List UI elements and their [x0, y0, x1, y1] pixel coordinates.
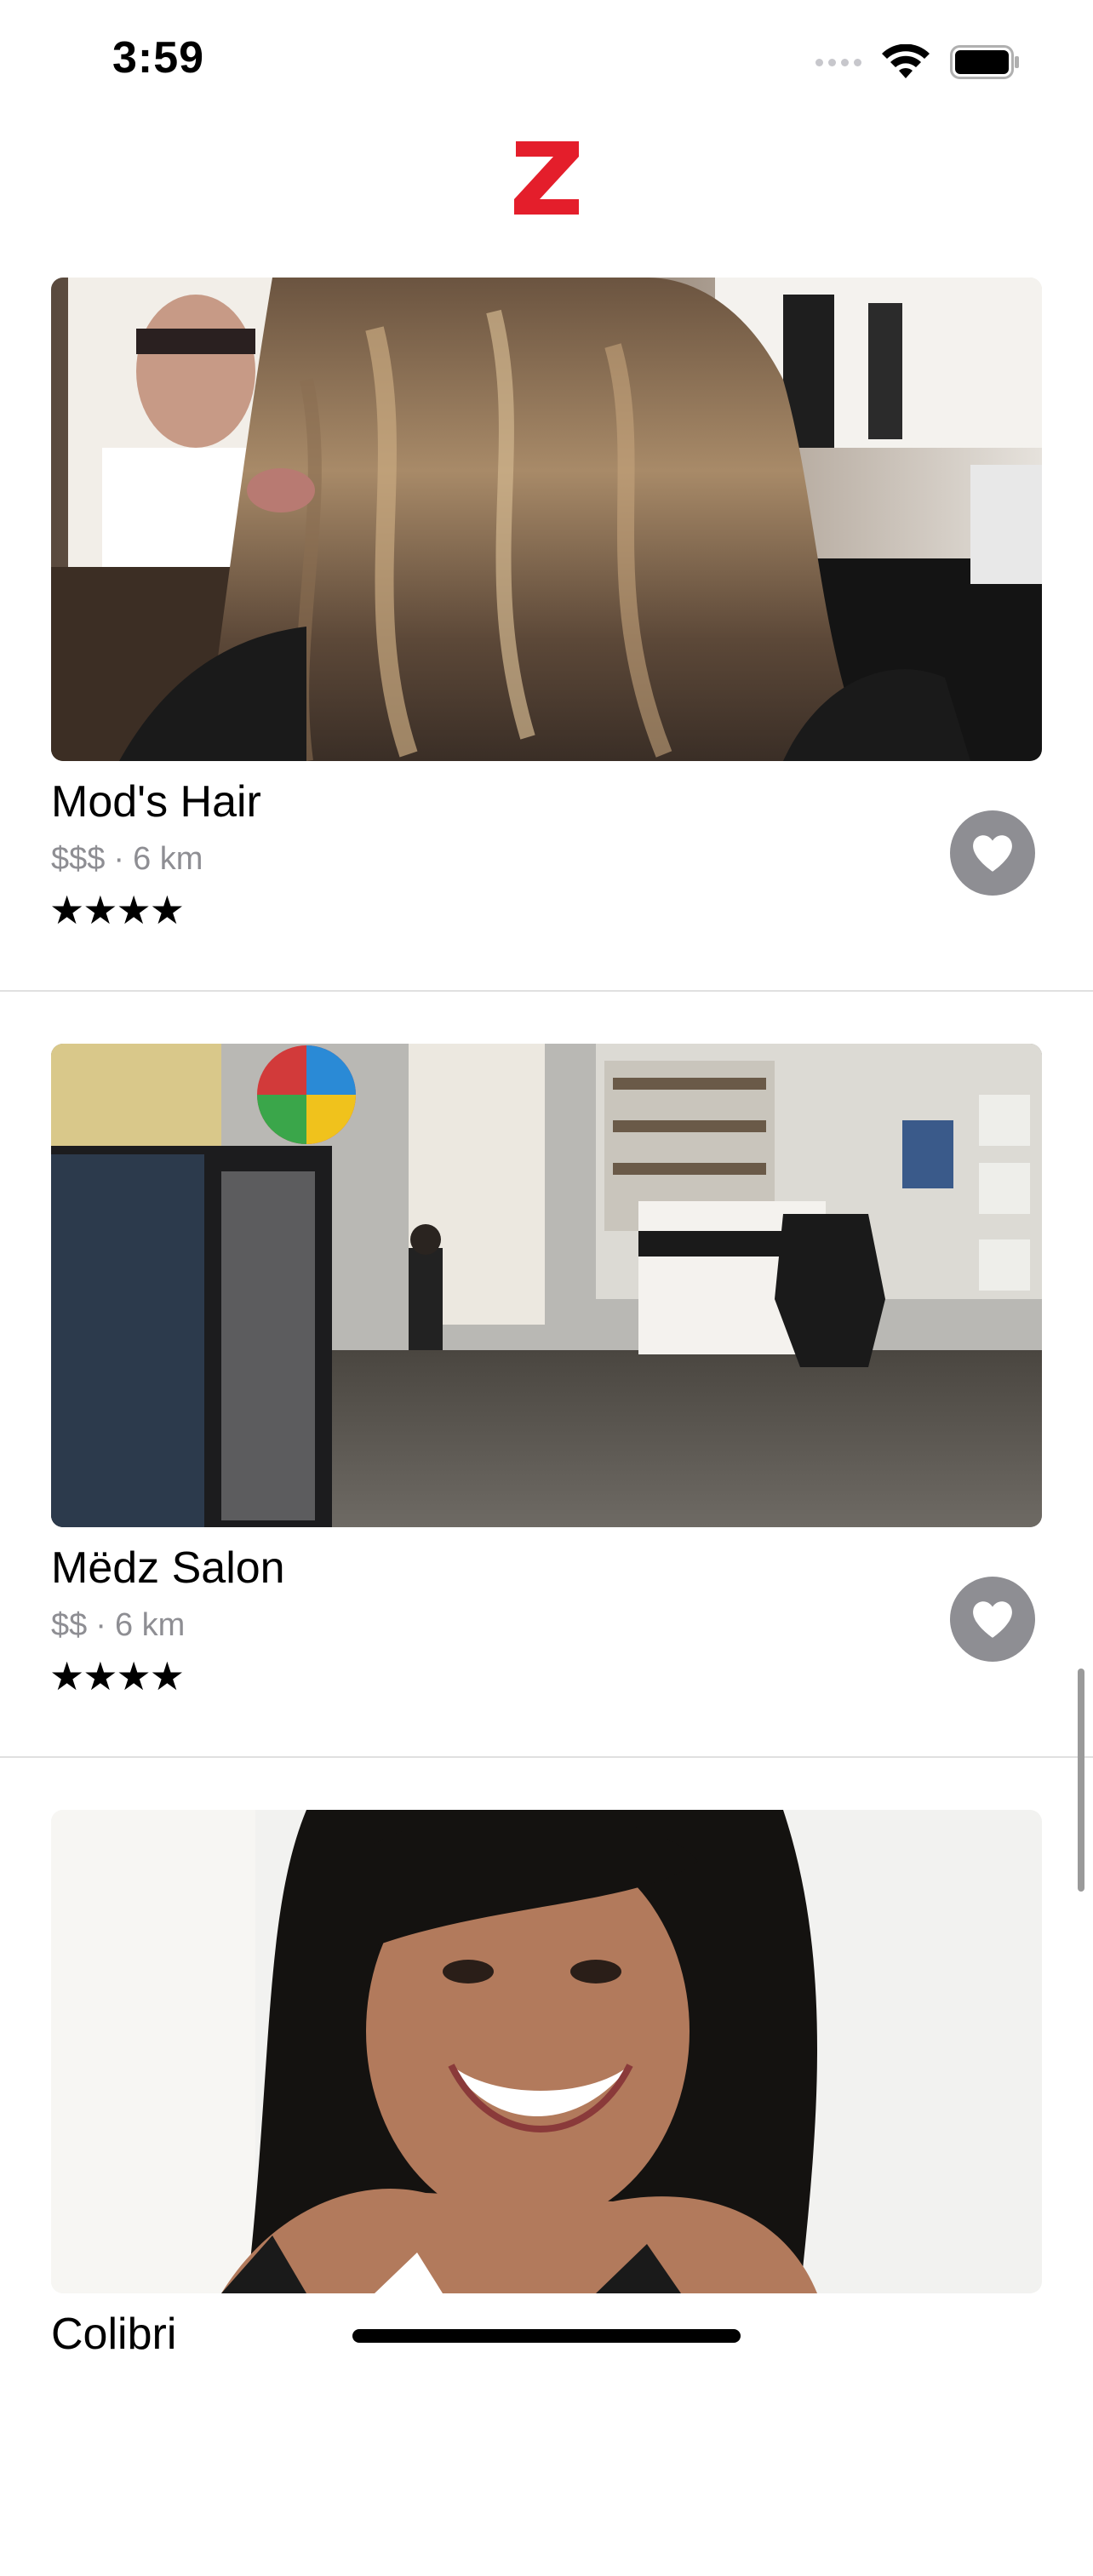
price-level: $$$	[51, 841, 106, 877]
salon-photo[interactable]	[51, 1044, 1042, 1527]
salon-photo[interactable]	[51, 278, 1042, 761]
heart-icon	[973, 835, 1012, 872]
scroll-indicator[interactable]	[1078, 1669, 1084, 1892]
salon-card[interactable]: Mod's Hair $$$ · 6 km ★★★★	[0, 278, 1093, 1044]
price-level: $$	[51, 1607, 88, 1643]
status-bar: 3:59	[0, 0, 1093, 119]
salon-photo[interactable]	[51, 1810, 1042, 2293]
salon-meta: $$$ · 6 km	[51, 841, 203, 878]
cellular-signal-icon	[815, 58, 861, 66]
meta-separator: ·	[95, 1607, 106, 1643]
salon-name[interactable]: Mod's Hair	[51, 776, 261, 827]
star-rating: ★★★★	[49, 1654, 185, 1698]
home-indicator[interactable]	[352, 2329, 741, 2343]
heart-icon	[973, 1601, 1012, 1638]
salon-meta: $$ · 6 km	[51, 1607, 185, 1644]
favorite-button[interactable]	[950, 810, 1035, 896]
favorite-button[interactable]	[950, 1577, 1035, 1662]
card-divider	[0, 990, 1093, 992]
salon-card[interactable]: Colibri	[0, 1810, 1093, 2576]
distance: 6 km	[114, 1607, 186, 1643]
distance: 6 km	[133, 841, 203, 877]
app-header	[0, 119, 1093, 272]
meta-separator: ·	[113, 841, 125, 877]
salon-card[interactable]: Mëdz Salon $$ · 6 km ★★★★	[0, 1044, 1093, 1810]
z-logo-icon	[514, 141, 579, 215]
status-icons	[815, 43, 1020, 82]
star-rating: ★★★★	[49, 888, 185, 932]
salon-name[interactable]: Colibri	[51, 2309, 176, 2360]
wifi-icon	[882, 44, 930, 80]
card-divider	[0, 1756, 1093, 1758]
status-time: 3:59	[112, 33, 205, 83]
salon-name[interactable]: Mëdz Salon	[51, 1543, 285, 1594]
battery-icon	[950, 45, 1020, 79]
